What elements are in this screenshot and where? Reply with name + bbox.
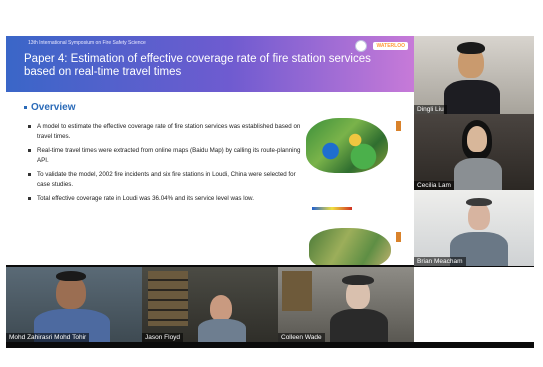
participant-face xyxy=(468,202,490,230)
participant-tile[interactable]: Cecilia Lam xyxy=(414,114,534,190)
bottom-bar xyxy=(6,342,534,348)
bullet-square-icon xyxy=(24,105,27,109)
slide-title: Paper 4: Estimation of effective coverag… xyxy=(24,53,409,79)
symposium-logo xyxy=(355,40,368,52)
conference-name: 13th International Symposium on Fire Saf… xyxy=(28,40,146,46)
empty-tile xyxy=(414,267,534,342)
map-legend-scale xyxy=(312,207,352,210)
participant-headset xyxy=(342,275,374,285)
bullet-list: A model to estimate the effective covera… xyxy=(28,122,303,209)
participant-face xyxy=(467,126,487,152)
bullet-item: Total effective coverage rate in Loudi w… xyxy=(28,194,303,204)
university-logo: WATERLOO xyxy=(373,42,408,50)
video-call-area: 13th International Symposium on Fire Saf… xyxy=(6,36,534,342)
bullet-item: To validate the model, 2002 fire inciden… xyxy=(28,170,303,189)
participant-face xyxy=(210,295,232,321)
participant-headset xyxy=(466,198,492,206)
participant-name: Dingli Liu xyxy=(414,105,447,114)
slide-title-line2: based on real-time travel times xyxy=(24,66,182,78)
participant-body xyxy=(454,158,502,190)
bullet-item: Real-time travel times were extracted fr… xyxy=(28,146,303,165)
participant-hair xyxy=(457,42,485,54)
participant-name: Brian Meacham xyxy=(414,257,466,266)
participant-name: Jason Floyd xyxy=(142,333,184,342)
participant-tile[interactable]: Jason Floyd xyxy=(142,267,278,342)
background-bookshelf xyxy=(148,271,188,326)
participant-body xyxy=(198,319,246,342)
participant-body xyxy=(444,80,500,114)
north-arrow-icon xyxy=(396,232,401,242)
slide-logos: WATERLOO xyxy=(355,40,408,52)
slide-title-line1: Paper 4: Estimation of effective coverag… xyxy=(24,53,371,65)
shared-slide: 13th International Symposium on Fire Saf… xyxy=(6,36,414,265)
coverage-map-image xyxy=(306,118,388,173)
participant-tile[interactable]: Dingli Liu xyxy=(414,36,534,114)
participant-body xyxy=(330,309,388,342)
north-arrow-icon xyxy=(396,121,401,131)
background-shelf xyxy=(282,271,312,311)
participant-name: Colleen Wade xyxy=(278,333,325,342)
participant-tile[interactable]: Colleen Wade xyxy=(278,267,414,342)
bullet-item: A model to estimate the effective covera… xyxy=(28,122,303,141)
slide-header: 13th International Symposium on Fire Saf… xyxy=(6,36,414,92)
participant-tile[interactable]: Mohd Zahirasri Mohd Tohir xyxy=(6,267,142,342)
section-heading-text: Overview xyxy=(31,102,76,113)
section-heading: Overview xyxy=(24,102,75,113)
terrain-map-image xyxy=(309,228,391,265)
participant-hair xyxy=(56,271,86,281)
participant-name: Mohd Zahirasri Mohd Tohir xyxy=(6,333,90,342)
screen: 13th International Symposium on Fire Saf… xyxy=(0,0,543,367)
participant-name: Cecilia Lam xyxy=(414,181,454,190)
participant-tile[interactable]: Brian Meacham xyxy=(414,190,534,266)
